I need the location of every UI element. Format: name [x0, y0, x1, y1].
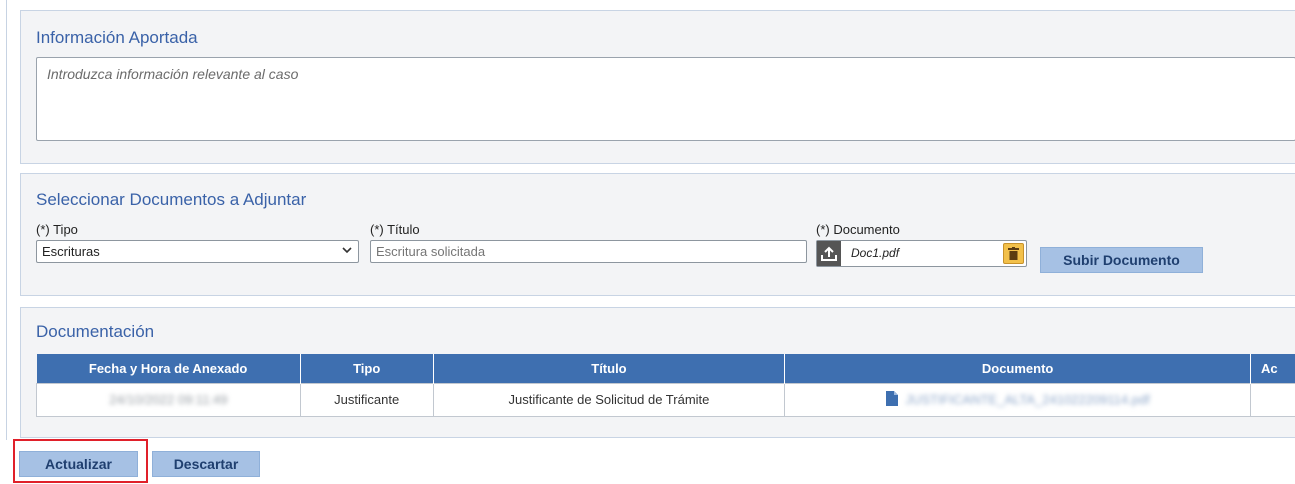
documento-label: (*) Documento	[816, 222, 900, 237]
column-header-tipo[interactable]: Tipo	[300, 354, 434, 383]
document-file-name: Doc1.pdf	[851, 246, 900, 260]
cell-acciones	[1250, 382, 1295, 417]
document-file-field[interactable]: Doc1.pdf	[816, 240, 1027, 267]
column-header-documento[interactable]: Documento	[784, 354, 1251, 383]
cell-fecha-value: 24/10/2022 09:11:49	[109, 392, 228, 407]
file-icon[interactable]	[885, 390, 898, 409]
cell-fecha: 24/10/2022 09:11:49	[36, 382, 301, 417]
tipo-label: (*) Tipo	[36, 222, 78, 237]
info-textarea[interactable]	[36, 57, 1295, 141]
cell-documento[interactable]: JUSTIFICANTE_ALTA_241022209114.pdf	[784, 382, 1251, 417]
cell-titulo: Justificante de Solicitud de Trámite	[432, 382, 786, 417]
titulo-label: (*) Título	[370, 222, 420, 237]
trash-icon[interactable]	[1003, 243, 1024, 264]
documentation-panel: Documentación Fecha y Hora de Anexado Ti…	[20, 307, 1295, 438]
info-panel: Información Aportada	[20, 10, 1295, 164]
discard-button[interactable]: Descartar	[152, 451, 260, 477]
documents-table: Fecha y Hora de Anexado Tipo Título Docu…	[36, 354, 1295, 417]
chevron-down-icon	[342, 245, 352, 258]
column-header-acciones[interactable]: Ac	[1250, 354, 1295, 383]
table-header-row: Fecha y Hora de Anexado Tipo Título Docu…	[36, 354, 1295, 383]
column-header-titulo[interactable]: Título	[433, 354, 786, 383]
cell-tipo: Justificante	[299, 382, 434, 417]
upload-document-button[interactable]: Subir Documento	[1040, 247, 1203, 273]
table-row: 24/10/2022 09:11:49 Justificante Justifi…	[36, 382, 1295, 417]
titulo-input[interactable]	[370, 240, 807, 263]
left-border	[6, 0, 7, 440]
column-header-fecha[interactable]: Fecha y Hora de Anexado	[36, 354, 301, 383]
tipo-select[interactable]: Escrituras	[36, 240, 359, 263]
select-documents-panel: Seleccionar Documentos a Adjuntar (*) Ti…	[20, 173, 1295, 296]
document-link[interactable]: JUSTIFICANTE_ALTA_241022209114.pdf	[906, 392, 1150, 407]
tipo-select-value: Escrituras	[42, 244, 100, 259]
info-panel-title: Información Aportada	[36, 28, 198, 47]
documentation-title: Documentación	[36, 322, 155, 341]
update-button[interactable]: Actualizar	[19, 451, 138, 477]
upload-icon[interactable]	[817, 241, 841, 266]
select-documents-title: Seleccionar Documentos a Adjuntar	[36, 190, 307, 209]
